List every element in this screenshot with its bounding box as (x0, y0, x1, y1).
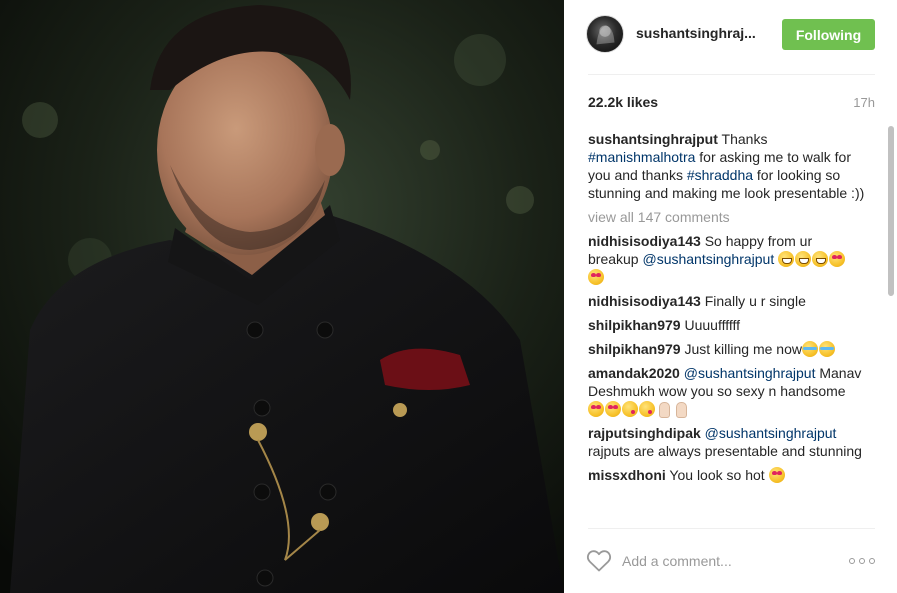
comment-username[interactable]: nidhisisodiya143 (588, 233, 701, 249)
comment-username[interactable]: rajputsinghdipak (588, 425, 701, 441)
comment-username[interactable]: shilpikhan979 (588, 317, 681, 333)
comments-scrollbar[interactable] (887, 126, 895, 526)
comment: nidhisisodiya143 So happy from ur breaku… (588, 232, 865, 286)
likes-row: 22.2k likes 17h (588, 94, 875, 112)
mention-link[interactable]: @sushantsinghrajput (680, 365, 816, 381)
caption-text: Thanks (717, 131, 768, 147)
hashtag-link[interactable]: #manishmalhotra (588, 149, 695, 165)
dot (859, 558, 865, 564)
avatar-image (596, 25, 615, 45)
view-all-comments-link[interactable]: view all 147 comments (588, 208, 865, 226)
post-detail-panel: sushantsinghraj... Following 22.2k likes… (564, 0, 897, 593)
comment: amandak2020 @sushantsinghrajput Manav De… (588, 364, 865, 418)
tears-of-joy-emoji-icon (801, 341, 818, 357)
comment-username[interactable]: nidhisisodiya143 (588, 293, 701, 309)
more-options-icon[interactable] (849, 558, 875, 566)
heart-eyes-emoji-icon (605, 401, 621, 417)
following-button[interactable]: Following (782, 19, 875, 50)
kiss-emoji-icon (622, 401, 638, 417)
thumbs-up-emoji-icon (656, 401, 672, 418)
comment: rajputsinghdipak @sushantsinghrajput raj… (588, 424, 865, 460)
mention-link[interactable]: @sushantsinghrajput (701, 425, 837, 441)
post-timestamp[interactable]: 17h (853, 95, 875, 110)
mention-link[interactable]: @sushantsinghrajput (642, 251, 774, 267)
comment-text: You look so hot (665, 467, 769, 483)
scrollbar-thumb[interactable] (888, 126, 894, 296)
tears-of-joy-emoji-icon (818, 341, 835, 357)
dot (869, 558, 875, 564)
heart-eyes-emoji-icon (588, 401, 604, 417)
heart-outline-icon[interactable] (586, 549, 612, 573)
comment-bar (564, 529, 897, 593)
thumbs-up-emoji-icon (673, 401, 689, 418)
comment-text: Uuuuffffff (680, 317, 741, 333)
comment: shilpikhan979 Just killing me now (588, 340, 865, 358)
comment: nidhisisodiya143 Finally u r single (588, 292, 865, 310)
comment-text: Just killing me now (680, 341, 802, 357)
grin-emoji-icon (795, 251, 812, 267)
comment-text: Finally u r single (700, 293, 806, 309)
add-comment-input[interactable] (622, 549, 822, 573)
comment-username[interactable]: shilpikhan979 (588, 341, 681, 357)
likes-count[interactable]: 22.2k likes (588, 94, 658, 110)
comment-username[interactable]: amandak2020 (588, 365, 680, 381)
heart-eyes-emoji-icon (588, 269, 604, 285)
comment-username[interactable]: missxdhoni (588, 467, 666, 483)
caption: sushantsinghrajput Thanks #manishmalhotr… (588, 130, 865, 202)
grin-emoji-icon (778, 251, 795, 267)
comment-text: rajputs are always presentable and stunn… (588, 443, 862, 459)
post-username[interactable]: sushantsinghraj... (636, 25, 756, 41)
comments-list[interactable]: sushantsinghrajput Thanks #manishmalhotr… (588, 130, 865, 528)
post-photo[interactable] (0, 0, 564, 593)
grin-emoji-icon (812, 251, 829, 267)
avatar[interactable] (586, 15, 624, 53)
comment-username[interactable]: sushantsinghrajput (588, 131, 718, 147)
heart-eyes-emoji-icon (829, 251, 846, 267)
heart-eyes-emoji-icon (768, 467, 785, 483)
post-photo-illustration (0, 0, 564, 593)
dot (849, 558, 855, 564)
kiss-emoji-icon (639, 401, 655, 417)
comment: shilpikhan979 Uuuuffffff (588, 316, 865, 334)
hashtag-link[interactable]: #shraddha (687, 167, 753, 183)
divider (588, 74, 875, 75)
post-header: sushantsinghraj... Following (564, 0, 897, 74)
comment: missxdhoni You look so hot (588, 466, 865, 484)
